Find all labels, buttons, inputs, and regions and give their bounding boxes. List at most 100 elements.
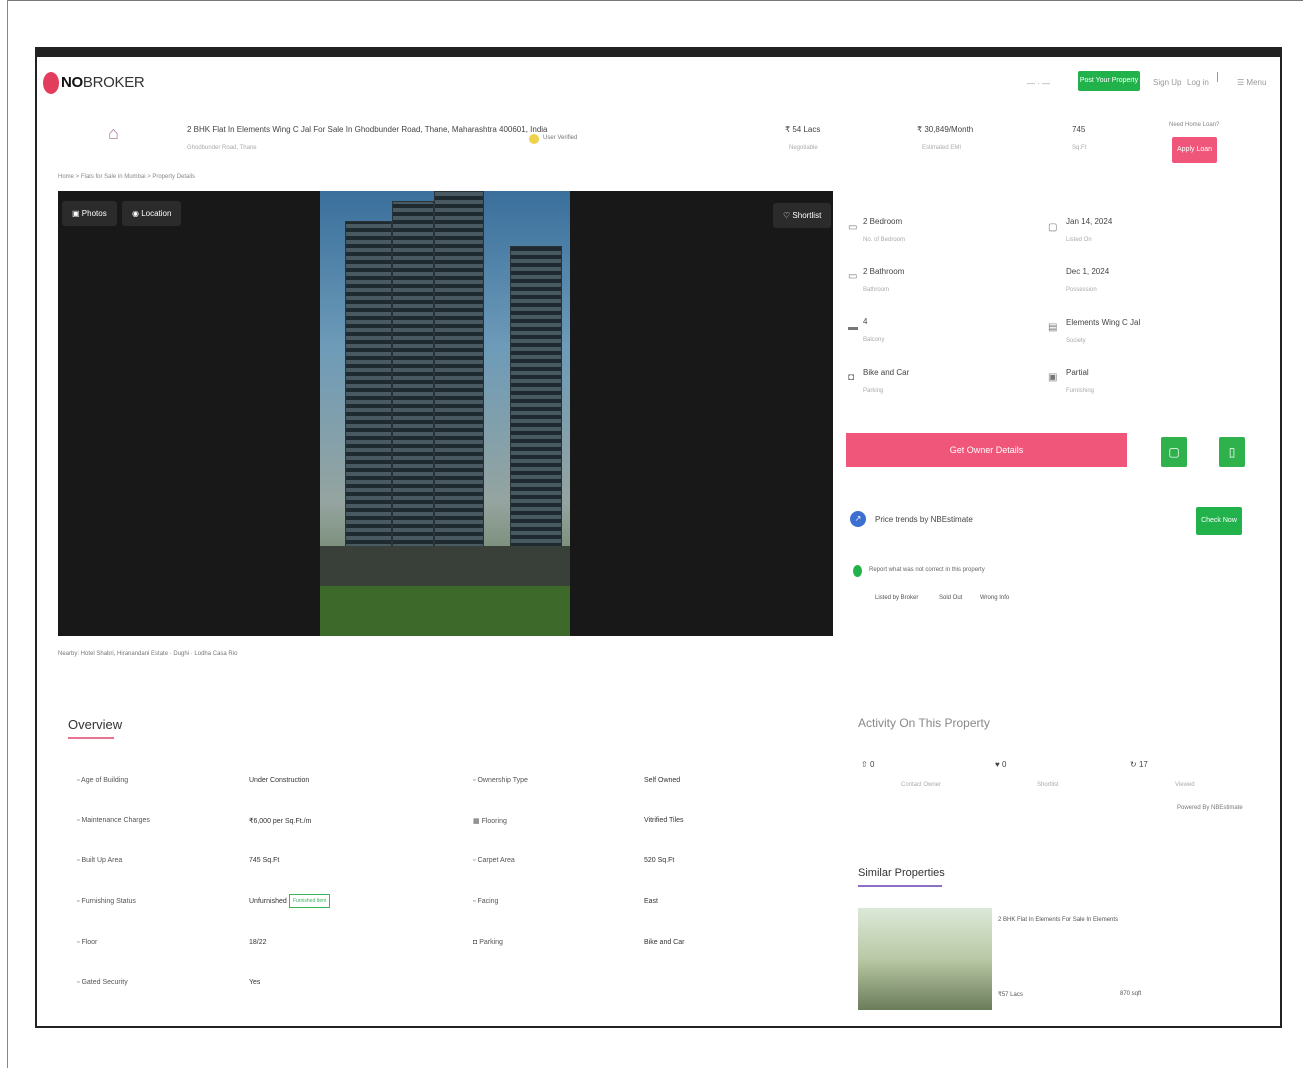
overview-value: 520 Sq.Ft <box>644 857 675 864</box>
price: ₹ 54 Lacs <box>785 125 821 134</box>
similar-title: Similar Properties <box>858 867 945 879</box>
overview-label: ▫ Age of Building <box>77 777 129 784</box>
car-icon: ◘ <box>848 372 855 383</box>
balcony-label: Balcony <box>863 337 885 343</box>
similar-underline <box>858 885 942 887</box>
overview-value: Yes <box>249 979 261 986</box>
overview-label: ▫ Furnishing Status <box>77 898 136 905</box>
location-button[interactable]: ◉ Location <box>122 201 182 226</box>
listed-on-value: Jan 14, 2024 <box>1066 217 1113 226</box>
nearby-text: Nearby: Hotel Shabri, Hiranandani Estate… <box>58 651 238 657</box>
price-trend-icon: ↗ <box>850 511 866 527</box>
menu-button[interactable]: ☰ Menu <box>1237 78 1266 87</box>
price-trends-text: Price trends by NBEstimate <box>875 515 973 524</box>
phone-button[interactable]: ▯ <box>1219 437 1245 467</box>
emi: ₹ 30,849/Month <box>917 125 974 134</box>
overview-label: ▫ Maintenance Charges <box>77 817 150 824</box>
breadcrumb[interactable]: Home > Flats for Sale in Mumbai > Proper… <box>58 174 195 180</box>
login-link[interactable]: Log in <box>1187 78 1209 87</box>
bedroom-value: 2 Bedroom <box>863 217 903 226</box>
nav-dots: — · — <box>1027 79 1051 88</box>
price-sub: Negotiable <box>789 145 818 151</box>
activity-stat-label: Shortlist <box>1037 782 1059 788</box>
logo-icon <box>43 72 59 94</box>
balcony-value: 4 <box>863 317 868 326</box>
area: 745 <box>1072 125 1086 134</box>
society-label: Society <box>1066 338 1086 344</box>
browser-frame: NOBROKER — · — Post Your Property Sign U… <box>35 47 1282 1028</box>
emi-sub: Estimated EMI <box>922 145 962 151</box>
society-icon: ▤ <box>1048 322 1058 333</box>
overview-value: Unfurnished <box>249 898 287 905</box>
overview-label: ◘ Parking <box>473 939 503 946</box>
overview-value: Vitrified Tiles <box>644 817 684 824</box>
report-option-wrong[interactable]: Wrong Info <box>980 595 1009 601</box>
overview-underline <box>68 737 114 739</box>
verified-icon <box>529 134 539 144</box>
parking-value: Bike and Car <box>863 368 910 377</box>
check-now-button[interactable]: Check Now <box>1196 507 1242 535</box>
overview-value: Bike and Car <box>644 939 685 946</box>
overview-title: Overview <box>68 717 123 732</box>
possession-label: Possession <box>1066 287 1097 293</box>
post-property-button[interactable]: Post Your Property <box>1078 71 1140 91</box>
overview-label: ▫ Gated Security <box>77 979 128 986</box>
apply-loan-button[interactable]: Apply Loan <box>1172 137 1217 163</box>
overview-label: ▫ Carpet Area <box>473 857 515 864</box>
report-option-broker[interactable]: Listed by Broker <box>875 595 918 601</box>
calendar-icon: ▢ <box>1048 222 1058 233</box>
get-owner-details-button[interactable]: Get Owner Details <box>846 433 1127 467</box>
overview-label: ▫ Built Up Area <box>77 857 123 864</box>
house-icon: ⌂ <box>108 123 119 143</box>
furnishing-icon: ▣ <box>1048 372 1058 383</box>
overview-value: East <box>644 898 659 905</box>
parking-label: Parking <box>863 388 884 394</box>
overview-label: ▫ Ownership Type <box>473 777 528 784</box>
balcony-icon: ▬ <box>848 322 858 333</box>
property-photo[interactable]: ▣ Photos ◉ Location ♡ Shortlist <box>58 191 833 636</box>
activity-stat: ↻ 17 <box>1130 760 1148 769</box>
overview-value: ₹6,000 per Sq.Ft./m <box>249 818 312 825</box>
listing-title: 2 BHK Flat In Elements Wing C Jal For Sa… <box>187 125 548 134</box>
furnished-badge[interactable]: Furnished Item <box>289 894 331 908</box>
separator <box>1217 72 1222 82</box>
building-image <box>320 191 570 636</box>
overview-value: Under Construction <box>249 777 310 784</box>
activity-stat-label: Contact Owner <box>901 782 942 788</box>
listed-on-label: Listed On <box>1066 237 1092 243</box>
overview-value: 18/22 <box>249 939 267 946</box>
photos-button[interactable]: ▣ Photos <box>62 201 117 226</box>
logo[interactable]: NOBROKER <box>61 74 145 91</box>
powered-by: Powered By NBEstimate <box>1177 805 1243 811</box>
bed-icon: ▭ <box>848 222 858 233</box>
similar-card-image[interactable] <box>858 908 992 1010</box>
furnishing-value: Partial <box>1066 368 1089 377</box>
activity-title: Activity On This Property <box>858 716 990 730</box>
furnishing-label: Furnishing <box>1066 388 1095 394</box>
home-loan-label: Need Home Loan? <box>1169 122 1220 128</box>
overview-label: ▫ Facing <box>473 898 499 905</box>
activity-stat: ⇧ 0 <box>861 760 875 769</box>
area-sub: Sq.Ft <box>1072 145 1087 151</box>
similar-card-price: ₹57 Lacs <box>998 992 1023 998</box>
report-option-sold[interactable]: Sold Out <box>939 595 962 601</box>
report-icon <box>853 565 862 577</box>
overview-value: 745 Sq.Ft <box>249 857 280 864</box>
activity-stat-label: Viewed <box>1175 782 1195 788</box>
overview-value: Self Owned <box>644 777 681 784</box>
report-text: Report what was not correct in this prop… <box>869 567 985 573</box>
possession-value: Dec 1, 2024 <box>1066 267 1110 276</box>
signup-link[interactable]: Sign Up <box>1153 78 1181 87</box>
bedroom-label: No. of Bedroom <box>863 237 906 243</box>
shortlist-button[interactable]: ♡ Shortlist <box>773 203 832 228</box>
verified-label: User Verified <box>543 135 578 141</box>
bath-icon: ▭ <box>848 271 858 282</box>
similar-card-area: 870 sqft <box>1120 991 1142 997</box>
activity-stat: ♥ 0 <box>995 760 1007 769</box>
bathroom-label: Bathroom <box>863 287 890 293</box>
similar-card-title[interactable]: 2 BHK Flat In Elements For Sale In Eleme… <box>998 917 1118 923</box>
overview-label: ▦ Flooring <box>473 818 507 825</box>
bathroom-value: 2 Bathroom <box>863 267 905 276</box>
society-value: Elements Wing C Jal <box>1066 318 1141 327</box>
calendar-button[interactable]: ▢ <box>1161 437 1187 467</box>
